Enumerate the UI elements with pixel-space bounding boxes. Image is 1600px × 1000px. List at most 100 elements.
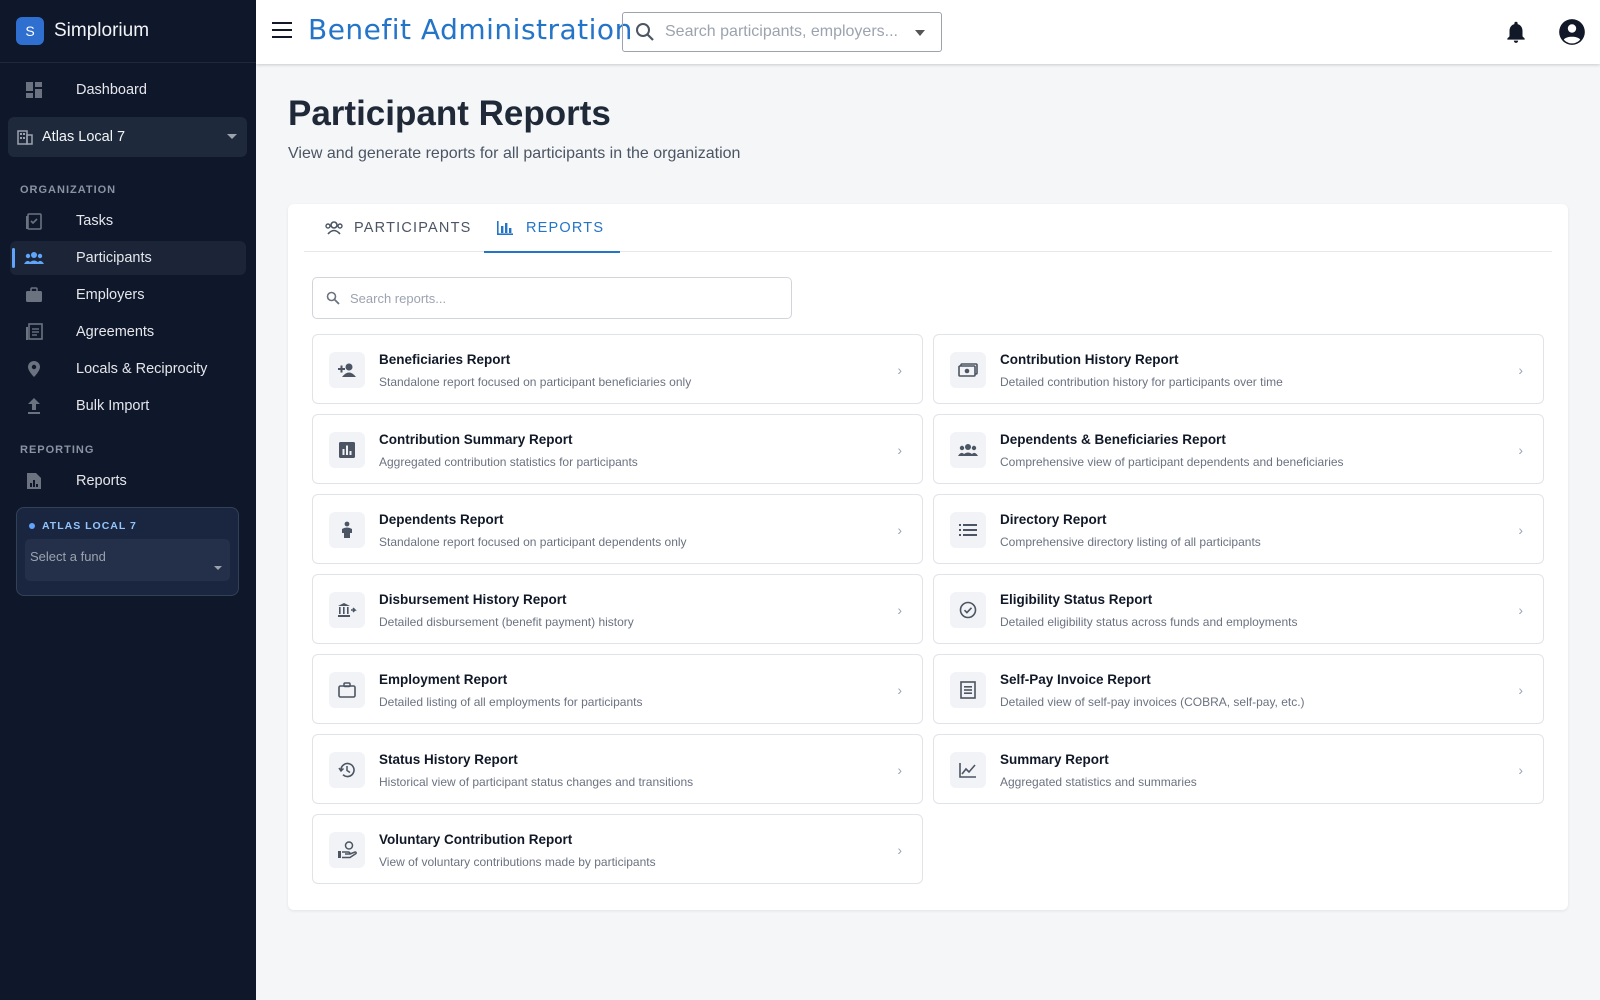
bar-chart-icon [496,218,516,238]
report-description: View of voluntary contributions made by … [379,855,656,869]
report-title: Eligibility Status Report [1000,592,1153,607]
people-icon [24,248,44,268]
chevron-right-icon: › [897,362,902,378]
report-file-icon [24,471,44,491]
organization-selector-value: Atlas Local 7 [42,129,126,145]
sidebar-item-tasks[interactable]: Tasks [10,204,246,238]
sidebar-item-dashboard[interactable]: Dashboard [10,73,246,107]
people-icon [324,218,344,238]
report-description: Aggregated contribution statistics for p… [379,455,638,469]
child-icon [329,512,365,548]
report-card-directory[interactable]: Directory Report Comprehensive directory… [933,494,1544,564]
report-title: Beneficiaries Report [379,352,511,367]
bar-chart-box-icon [329,432,365,468]
report-description: Standalone report focused on participant… [379,375,692,389]
tab-label: REPORTS [526,220,605,236]
bank-transfer-icon [329,592,365,628]
money-icon [950,352,986,388]
sidebar-item-participants[interactable]: Participants [10,241,246,275]
chevron-right-icon: › [1518,362,1523,378]
sidebar-item-locals-reciprocity[interactable]: Locals & Reciprocity [10,352,246,386]
chevron-right-icon: › [897,442,902,458]
check-circle-icon [950,592,986,628]
report-title: Status History Report [379,752,518,767]
report-card-dependents[interactable]: Dependents Report Standalone report focu… [312,494,923,564]
briefcase-icon [24,285,44,305]
tab-reports[interactable]: REPORTS [484,204,621,253]
location-pin-icon [24,359,44,379]
sidebar-item-label: Reports [76,473,127,489]
sidebar-item-label: Employers [76,287,145,303]
fund-selector-panel: ATLAS LOCAL 7 Select a fund [16,507,239,596]
dashboard-icon [24,80,44,100]
fund-select[interactable]: Select a fund [25,539,230,581]
brand-logo: S [16,17,44,45]
app-title: Benefit Administration [308,13,633,46]
menu-icon[interactable] [272,22,294,42]
report-search-placeholder: Search reports... [350,290,447,306]
report-title: Dependents & Beneficiaries Report [1000,432,1226,447]
chevron-right-icon: › [1518,602,1523,618]
search-icon [635,22,655,42]
brand-name: Simplorium [54,20,150,41]
briefcase-icon [329,672,365,708]
tab-participants[interactable]: PARTICIPANTS [312,204,486,252]
sidebar-item-reports[interactable]: Reports [10,464,246,498]
chevron-right-icon: › [1518,762,1523,778]
report-card-employment[interactable]: Employment Report Detailed listing of al… [312,654,923,724]
group-icon [950,432,986,468]
chevron-down-icon[interactable] [915,30,925,36]
sidebar-item-employers[interactable]: Employers [10,278,246,312]
notifications-bell-icon[interactable] [1503,19,1529,45]
report-description: Detailed view of self-pay invoices (COBR… [1000,695,1305,709]
report-description: Detailed contribution history for partic… [1000,375,1283,389]
global-search-placeholder: Search participants, employers... [665,23,898,40]
report-card-disbursement-history[interactable]: Disbursement History Report Detailed dis… [312,574,923,644]
report-card-self-pay-invoice[interactable]: Self-Pay Invoice Report Detailed view of… [933,654,1544,724]
report-title: Contribution History Report [1000,352,1179,367]
line-chart-icon [950,752,986,788]
documents-icon [24,322,44,342]
report-card-dependents-beneficiaries[interactable]: Dependents & Beneficiaries Report Compre… [933,414,1544,484]
report-search-input[interactable]: Search reports... [312,277,792,319]
tab-label: PARTICIPANTS [354,220,472,236]
report-description: Detailed disbursement (benefit payment) … [379,615,634,629]
upload-icon [24,396,44,416]
report-title: Contribution Summary Report [379,432,573,447]
sidebar-item-agreements[interactable]: Agreements [10,315,246,349]
organization-selector[interactable]: Atlas Local 7 [8,117,247,157]
chevron-right-icon: › [897,682,902,698]
report-card-contribution-summary[interactable]: Contribution Summary Report Aggregated c… [312,414,923,484]
report-description: Standalone report focused on participant… [379,535,687,549]
report-title: Voluntary Contribution Report [379,832,573,847]
sidebar-item-label: Agreements [76,324,155,340]
brand[interactable]: S Simplorium [0,0,256,63]
report-card-summary[interactable]: Summary Report Aggregated statistics and… [933,734,1544,804]
history-icon [329,752,365,788]
report-description: Comprehensive view of participant depend… [1000,455,1344,469]
report-title: Disbursement History Report [379,592,567,607]
section-title-reporting: REPORTING [20,444,95,456]
reports-card: PARTICIPANTS REPORTS Search reports... B… [288,204,1568,910]
chevron-right-icon: › [1518,522,1523,538]
report-card-eligibility-status[interactable]: Eligibility Status Report Detailed eligi… [933,574,1544,644]
chevron-right-icon: › [1518,682,1523,698]
report-card-beneficiaries[interactable]: Beneficiaries Report Standalone report f… [312,334,923,404]
report-title: Directory Report [1000,512,1107,527]
report-title: Self-Pay Invoice Report [1000,672,1151,687]
tasks-icon [24,211,44,231]
report-description: Detailed eligibility status across funds… [1000,615,1298,629]
account-circle-icon[interactable] [1558,18,1586,46]
global-search-input[interactable]: Search participants, employers... [622,12,942,52]
chevron-right-icon: › [1518,442,1523,458]
sidebar-item-bulk-import[interactable]: Bulk Import [10,389,246,423]
report-card-contribution-history[interactable]: Contribution History Report Detailed con… [933,334,1544,404]
sidebar-item-label: Locals & Reciprocity [76,361,208,377]
sidebar-item-label: Tasks [76,213,114,229]
report-card-voluntary-contribution[interactable]: Voluntary Contribution Report View of vo… [312,814,923,884]
report-card-status-history[interactable]: Status History Report Historical view of… [312,734,923,804]
report-description: Comprehensive directory listing of all p… [1000,535,1261,549]
sidebar-item-label: Bulk Import [76,398,150,414]
page-subtitle: View and generate reports for all partic… [288,145,741,162]
chevron-right-icon: › [897,762,902,778]
